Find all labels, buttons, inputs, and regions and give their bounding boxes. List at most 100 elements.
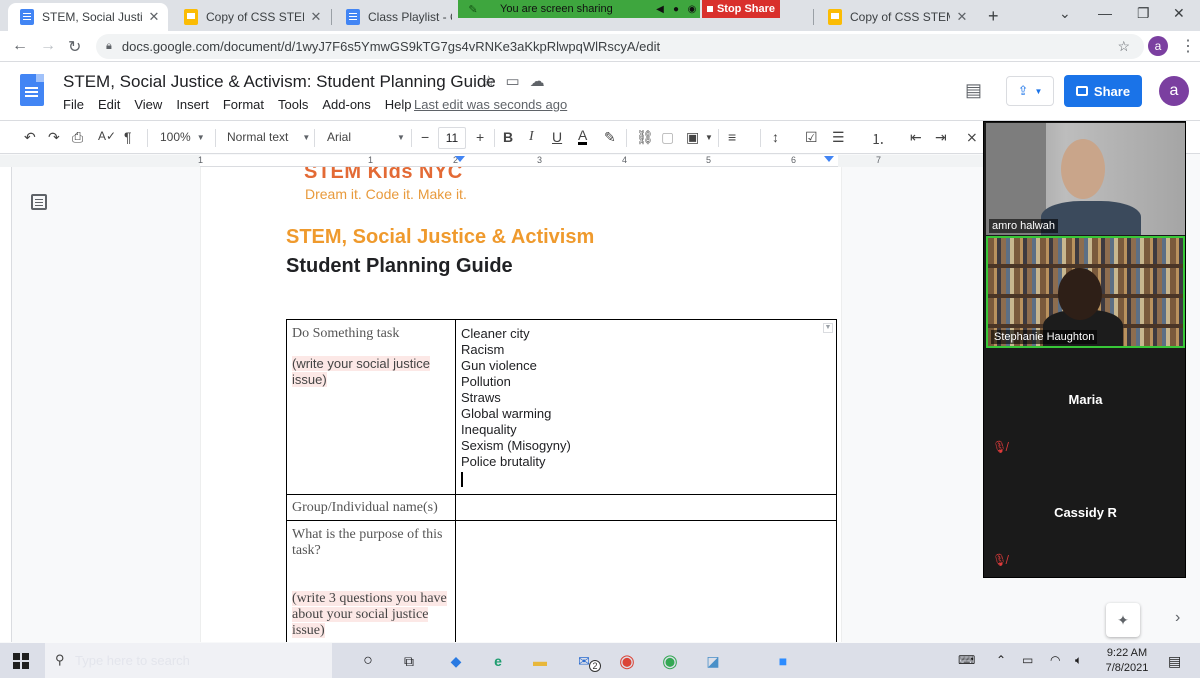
- print-icon[interactable]: ⎙: [72, 129, 83, 146]
- browser-tab-class-playlist[interactable]: Class Playlist - Goog: [334, 3, 458, 31]
- table-cell[interactable]: Do Something task (write your social jus…: [286, 319, 456, 495]
- keyboard-icon[interactable]: ⌨: [958, 653, 975, 667]
- forward-icon[interactable]: →: [40, 37, 56, 55]
- menu-file[interactable]: File: [63, 97, 84, 112]
- file-explorer-icon[interactable]: ▬: [529, 650, 551, 672]
- add-comment-icon[interactable]: ▢: [661, 129, 674, 146]
- present-button[interactable]: ⇪ ▼: [1006, 76, 1054, 106]
- spellcheck-icon[interactable]: A✓: [98, 129, 116, 143]
- bold-icon[interactable]: B: [503, 129, 513, 145]
- wifi-icon[interactable]: ◠: [1050, 653, 1060, 667]
- close-icon[interactable]: ✕: [146, 9, 162, 25]
- increase-font-size-icon[interactable]: +: [476, 129, 484, 145]
- window-close-icon[interactable]: ✕: [1173, 5, 1185, 22]
- volume-icon[interactable]: 🔈︎: [1075, 653, 1082, 668]
- menu-add-ons[interactable]: Add-ons: [322, 97, 370, 112]
- table-cell[interactable]: [455, 520, 837, 642]
- chevron-down-icon[interactable]: ▼: [823, 323, 833, 333]
- table-cell[interactable]: [455, 494, 837, 521]
- menu-edit[interactable]: Edit: [98, 97, 120, 112]
- participant-tile[interactable]: amro halwah: [986, 123, 1185, 235]
- dropbox-icon[interactable]: ◆: [445, 650, 467, 672]
- cortana-icon[interactable]: ○: [357, 650, 379, 672]
- task-view-icon[interactable]: ⧉: [398, 650, 420, 672]
- participant-tile[interactable]: Maria 🎙︎̸: [986, 350, 1185, 462]
- tab-search-icon[interactable]: ⌄: [1059, 5, 1071, 22]
- audio-icon[interactable]: ◀: [652, 4, 668, 15]
- table-cell[interactable]: Group/Individual name(s): [286, 494, 456, 521]
- paint-format-icon[interactable]: ¶: [124, 129, 132, 145]
- first-line-indent-marker[interactable]: [455, 156, 465, 162]
- edge-icon[interactable]: e: [487, 650, 509, 672]
- cloud-status-icon[interactable]: ☁: [530, 72, 545, 90]
- table-cell[interactable]: What is the purpose of this task? (write…: [286, 520, 456, 642]
- browser-menu-icon[interactable]: ⋮: [1180, 36, 1196, 56]
- participant-tile-active-speaker[interactable]: Stephanie Haughton: [986, 236, 1185, 348]
- bookmark-star-icon[interactable]: ☆: [1117, 38, 1130, 55]
- right-indent-marker[interactable]: [824, 156, 834, 162]
- menu-tools[interactable]: Tools: [278, 97, 308, 112]
- numbered-list-icon[interactable]: ⒈: [871, 129, 885, 149]
- menu-insert[interactable]: Insert: [176, 97, 209, 112]
- url-field[interactable]: 🔒︎ docs.google.com/document/d/1wyJ7F6s5Y…: [96, 34, 1144, 59]
- bulleted-list-icon[interactable]: ☰: [832, 129, 845, 146]
- align-icon[interactable]: ≡: [728, 129, 736, 145]
- user-avatar[interactable]: a: [1159, 76, 1189, 106]
- increase-indent-icon[interactable]: ⇥: [935, 129, 947, 146]
- browser-profile-avatar[interactable]: a: [1148, 36, 1168, 56]
- text-color-icon[interactable]: A: [578, 128, 588, 145]
- table-cell[interactable]: ▼ Cleaner city Racism Gun violence Pollu…: [455, 319, 837, 495]
- close-icon[interactable]: ✕: [308, 9, 324, 25]
- chevron-down-icon[interactable]: ▼: [705, 133, 713, 142]
- clear-formatting-icon[interactable]: ⨯: [966, 129, 978, 146]
- chrome-profile-icon[interactable]: ◉: [659, 650, 681, 672]
- share-button[interactable]: Share: [1064, 75, 1142, 107]
- document-outline-icon[interactable]: [31, 194, 47, 210]
- explore-button[interactable]: ✦: [1106, 603, 1140, 637]
- zoom-app-icon[interactable]: ■: [772, 650, 794, 672]
- notifications-icon[interactable]: ▤: [1168, 653, 1181, 670]
- italic-icon[interactable]: I: [529, 129, 534, 145]
- browser-tab-stem-doc[interactable]: STEM, Social Justice & ✕: [8, 3, 168, 31]
- notepad-icon[interactable]: ◪: [702, 650, 724, 672]
- link-icon[interactable]: ⛓: [636, 129, 654, 146]
- pin-icon[interactable]: ✎: [458, 3, 488, 16]
- side-panel-toggle-icon[interactable]: ›: [1175, 609, 1180, 627]
- checklist-icon[interactable]: ☑: [805, 129, 818, 146]
- mail-icon[interactable]: ✉ 2: [573, 650, 601, 672]
- last-edit-link[interactable]: Last edit was seconds ago: [414, 97, 567, 112]
- back-icon[interactable]: ←: [12, 37, 28, 55]
- reload-icon[interactable]: ↻: [68, 37, 81, 57]
- close-icon[interactable]: ✕: [954, 9, 970, 25]
- stop-share-button[interactable]: Stop Share: [702, 0, 780, 18]
- menu-help[interactable]: Help: [385, 97, 412, 112]
- font-size-input[interactable]: 11: [438, 127, 466, 149]
- chrome-icon[interactable]: ◉: [616, 650, 638, 672]
- font-select[interactable]: Arial ▼: [327, 130, 405, 144]
- browser-tab-copy-css-2[interactable]: Copy of CSS STEM, Sc ✕: [816, 3, 976, 31]
- camera-icon[interactable]: ●: [668, 4, 684, 15]
- menu-view[interactable]: View: [134, 97, 162, 112]
- screen-share-bar[interactable]: ✎ You are screen sharing ◀ ● ◉: [458, 0, 700, 18]
- redo-icon[interactable]: ↷: [48, 129, 60, 146]
- minimize-icon[interactable]: —: [1098, 5, 1112, 21]
- participant-tile[interactable]: Cassidy R 🎙︎̸: [986, 463, 1185, 575]
- star-icon[interactable]: ☆: [482, 72, 495, 90]
- comment-history-icon[interactable]: ▤: [965, 80, 982, 101]
- show-hidden-icons-icon[interactable]: ⌃: [996, 653, 1006, 667]
- docs-logo-icon[interactable]: [20, 74, 44, 106]
- decrease-indent-icon[interactable]: ⇤: [910, 129, 922, 146]
- browser-tab-copy-css-1[interactable]: Copy of CSS STEM, Sc ✕: [172, 3, 330, 31]
- windows-start-icon[interactable]: [13, 653, 29, 669]
- decrease-font-size-icon[interactable]: −: [421, 129, 429, 145]
- new-tab-button[interactable]: +: [988, 6, 999, 27]
- zoom-select[interactable]: 100% ▼: [160, 130, 205, 144]
- menu-format[interactable]: Format: [223, 97, 264, 112]
- line-spacing-icon[interactable]: ↕: [772, 129, 779, 145]
- underline-icon[interactable]: U: [552, 129, 562, 145]
- move-folder-icon[interactable]: ▭: [505, 72, 519, 90]
- insert-image-icon[interactable]: ▣: [686, 129, 699, 146]
- document-title[interactable]: STEM, Social Justice & Activism: Student…: [63, 72, 496, 92]
- document-page[interactable]: STEM Kids NYC Dream it. Code it. Make it…: [201, 167, 841, 642]
- battery-icon[interactable]: ▭: [1022, 653, 1033, 667]
